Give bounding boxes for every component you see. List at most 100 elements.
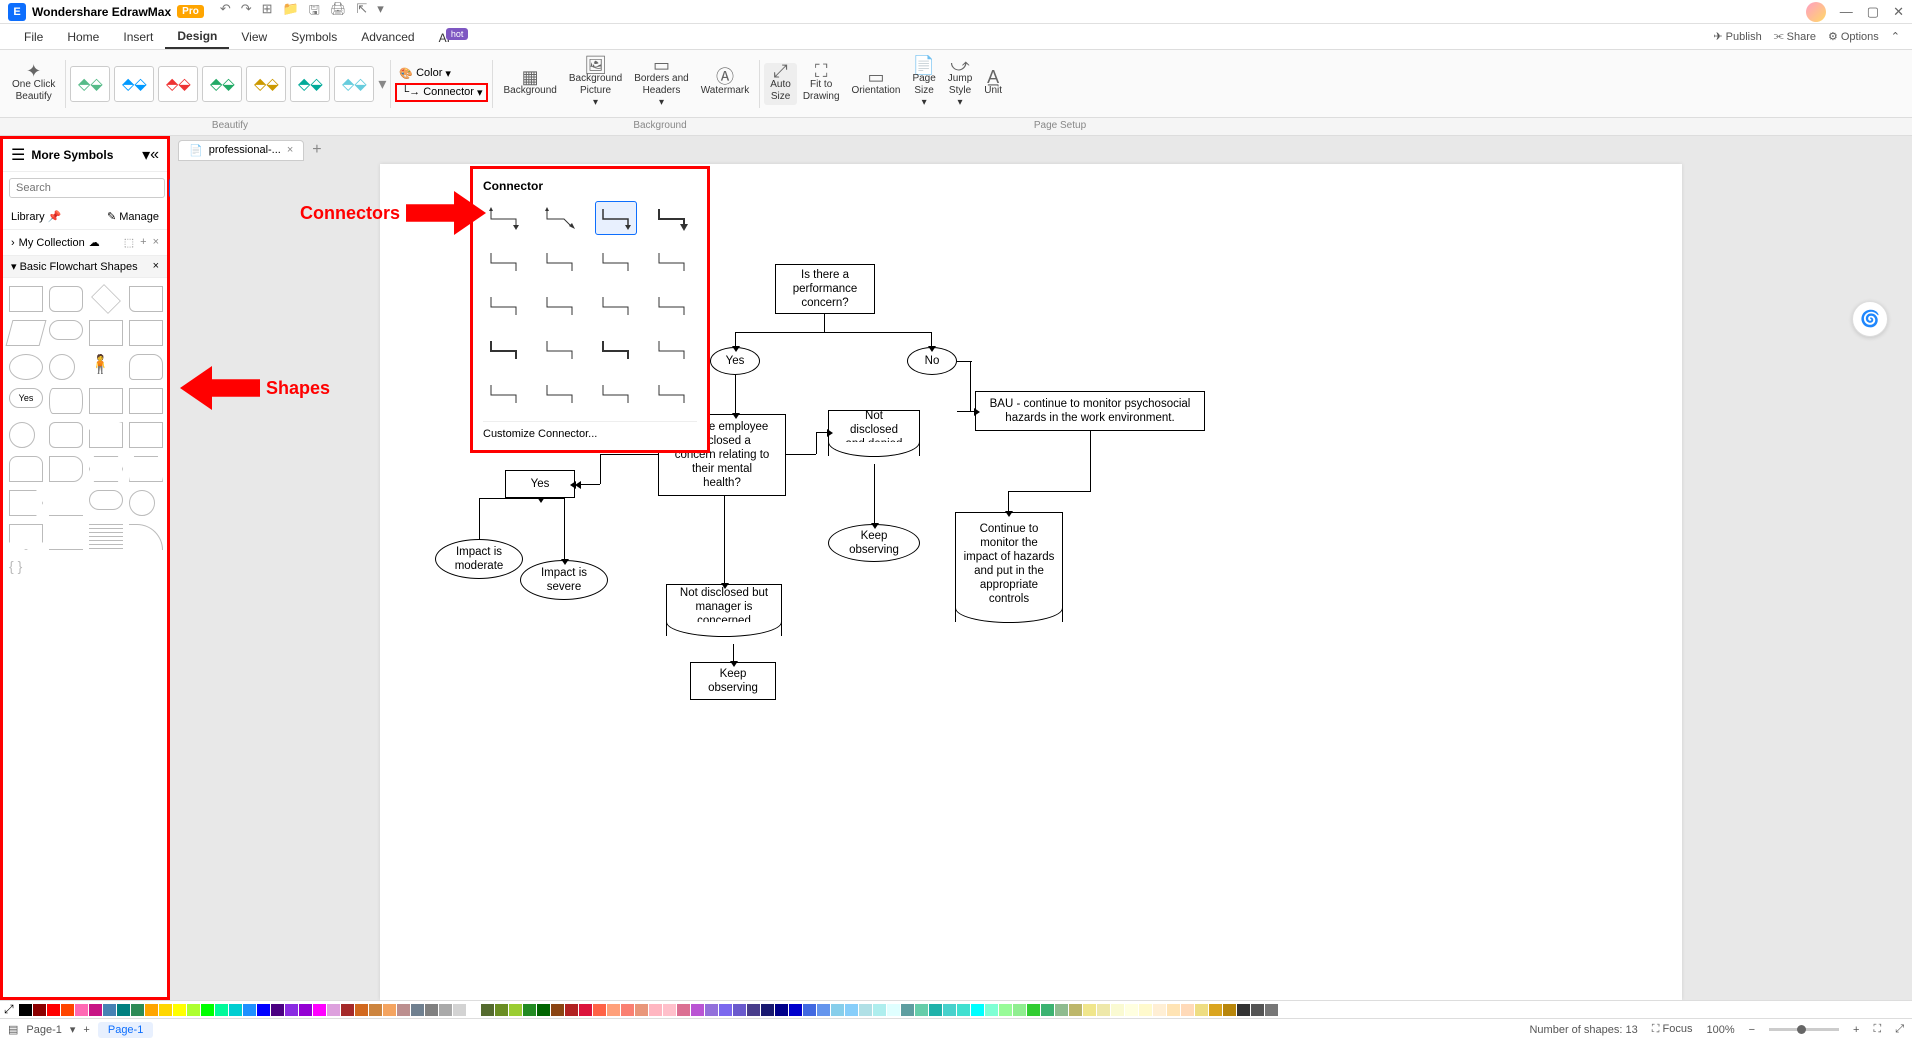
color-swatch[interactable] bbox=[733, 1004, 746, 1016]
color-swatch[interactable] bbox=[1083, 1004, 1096, 1016]
collapse-ribbon-icon[interactable]: ⌃ bbox=[1891, 30, 1900, 43]
menu-symbols[interactable]: Symbols bbox=[279, 26, 349, 48]
menu-home[interactable]: Home bbox=[55, 26, 111, 48]
add-icon[interactable]: + bbox=[140, 236, 146, 249]
color-swatch[interactable] bbox=[1013, 1004, 1026, 1016]
eyedropper-icon[interactable]: ⤢ bbox=[4, 1002, 14, 1017]
zoom-in-icon[interactable]: + bbox=[1853, 1024, 1859, 1036]
node-not-disclosed-denied[interactable]: Not disclosed and denied bbox=[828, 410, 920, 456]
color-swatch[interactable] bbox=[117, 1004, 130, 1016]
color-swatch[interactable] bbox=[957, 1004, 970, 1016]
color-swatch[interactable] bbox=[551, 1004, 564, 1016]
color-swatch[interactable] bbox=[1069, 1004, 1082, 1016]
color-swatch[interactable] bbox=[201, 1004, 214, 1016]
menu-ai[interactable]: AIhot bbox=[427, 25, 481, 49]
connector-style-18[interactable] bbox=[539, 377, 581, 411]
shape-person[interactable] bbox=[89, 354, 123, 380]
color-swatch[interactable] bbox=[467, 1004, 480, 1016]
watermark-button[interactable]: ⒶWatermark bbox=[695, 69, 756, 99]
color-swatch[interactable] bbox=[663, 1004, 676, 1016]
shape-yes-terminator[interactable]: Yes bbox=[9, 388, 43, 408]
color-swatch[interactable] bbox=[453, 1004, 466, 1016]
color-swatch[interactable] bbox=[411, 1004, 424, 1016]
shapes-close-icon[interactable]: × bbox=[153, 260, 159, 273]
color-swatch[interactable] bbox=[47, 1004, 60, 1016]
shape-tape[interactable] bbox=[9, 456, 43, 482]
node-continue-monitor[interactable]: Continue to monitor the impact of hazard… bbox=[955, 512, 1063, 622]
shape-hexagon[interactable] bbox=[89, 456, 123, 482]
shape-manual-input[interactable] bbox=[89, 422, 123, 448]
undo-icon[interactable]: ↶ bbox=[220, 1, 231, 23]
color-swatch[interactable] bbox=[481, 1004, 494, 1016]
color-swatch[interactable] bbox=[621, 1004, 634, 1016]
connector-style-3[interactable] bbox=[595, 201, 637, 235]
new-icon[interactable]: ⊞ bbox=[262, 1, 273, 23]
connector-style-7[interactable] bbox=[595, 245, 637, 279]
auto-size-button[interactable]: ⤢Auto Size bbox=[764, 63, 797, 105]
color-swatch[interactable] bbox=[845, 1004, 858, 1016]
shape-display[interactable] bbox=[49, 422, 83, 448]
minimize-icon[interactable]: — bbox=[1840, 4, 1853, 19]
manage-link[interactable]: ✎ Manage bbox=[107, 210, 159, 223]
color-swatch[interactable] bbox=[355, 1004, 368, 1016]
connector-style-6[interactable] bbox=[539, 245, 581, 279]
connector-style-17[interactable] bbox=[483, 377, 525, 411]
node-impact-severe[interactable]: Impact is severe bbox=[520, 560, 608, 600]
color-swatch[interactable] bbox=[187, 1004, 200, 1016]
color-swatch[interactable] bbox=[229, 1004, 242, 1016]
shape-offpage[interactable] bbox=[9, 524, 43, 550]
zoom-out-icon[interactable]: − bbox=[1749, 1024, 1755, 1036]
customize-connector-link[interactable]: Customize Connector... bbox=[483, 421, 697, 440]
fit-to-drawing-button[interactable]: ⛶Fit to Drawing bbox=[797, 63, 846, 105]
zoom-slider[interactable] bbox=[1769, 1028, 1839, 1031]
shape-ellipse[interactable] bbox=[9, 354, 43, 380]
color-swatch[interactable] bbox=[299, 1004, 312, 1016]
theme-swatch-2[interactable]: ⬘⬙ bbox=[114, 66, 154, 102]
color-swatch[interactable] bbox=[1223, 1004, 1236, 1016]
page-dropdown-icon[interactable]: ▾ bbox=[70, 1023, 76, 1036]
color-swatch[interactable] bbox=[1139, 1004, 1152, 1016]
color-swatch[interactable] bbox=[943, 1004, 956, 1016]
color-dropdown[interactable]: 🎨 Color ▾ bbox=[395, 66, 488, 81]
node-impact-moderate[interactable]: Impact is moderate bbox=[435, 539, 523, 579]
color-swatch[interactable] bbox=[789, 1004, 802, 1016]
node-performance-concern[interactable]: Is there a performance concern? bbox=[775, 264, 875, 314]
color-swatch[interactable] bbox=[103, 1004, 116, 1016]
color-swatch[interactable] bbox=[1181, 1004, 1194, 1016]
shape-internal-storage[interactable] bbox=[129, 320, 163, 346]
connector-style-2[interactable] bbox=[539, 201, 581, 235]
sidebar-collapse-icon[interactable]: « bbox=[150, 146, 159, 164]
connector-style-12[interactable] bbox=[651, 289, 693, 323]
connector-style-10[interactable] bbox=[539, 289, 581, 323]
color-swatch[interactable] bbox=[901, 1004, 914, 1016]
shape-arc[interactable] bbox=[129, 524, 163, 550]
one-click-beautify-button[interactable]: ✦ One Click Beautify bbox=[6, 63, 61, 105]
print-icon[interactable]: 🖨 bbox=[330, 1, 347, 23]
shape-diamond[interactable] bbox=[91, 284, 121, 314]
color-swatch[interactable] bbox=[271, 1004, 284, 1016]
color-swatch[interactable] bbox=[1111, 1004, 1124, 1016]
color-swatch[interactable] bbox=[33, 1004, 46, 1016]
theme-more-icon[interactable]: ▾ bbox=[378, 74, 386, 94]
connector-dropdown[interactable]: └→ Connector ▾ bbox=[395, 83, 488, 102]
color-swatch[interactable] bbox=[705, 1004, 718, 1016]
connector-style-13[interactable] bbox=[483, 333, 525, 367]
shape-brace[interactable] bbox=[9, 558, 43, 584]
color-swatch[interactable] bbox=[257, 1004, 270, 1016]
shape-loop-limit[interactable] bbox=[129, 422, 163, 448]
redo-icon[interactable]: ↷ bbox=[241, 1, 252, 23]
shape-connector[interactable] bbox=[9, 422, 35, 448]
unit-button[interactable]: A̲Unit bbox=[978, 69, 1008, 99]
color-swatch[interactable] bbox=[495, 1004, 508, 1016]
options-button[interactable]: ⚙ Options bbox=[1828, 30, 1879, 43]
color-swatch[interactable] bbox=[761, 1004, 774, 1016]
color-swatch[interactable] bbox=[1027, 1004, 1040, 1016]
theme-swatch-4[interactable]: ⬘⬙ bbox=[202, 66, 242, 102]
shape-card[interactable] bbox=[89, 388, 123, 414]
connector-style-11[interactable] bbox=[595, 289, 637, 323]
color-swatch[interactable] bbox=[677, 1004, 690, 1016]
node-manager-concerned[interactable]: Not disclosed but manager is concerned bbox=[666, 584, 782, 636]
my-collection-label[interactable]: My Collection bbox=[19, 237, 85, 249]
color-swatch[interactable] bbox=[803, 1004, 816, 1016]
bg-picture-button[interactable]: 🖼Background Picture▾ bbox=[563, 57, 628, 111]
